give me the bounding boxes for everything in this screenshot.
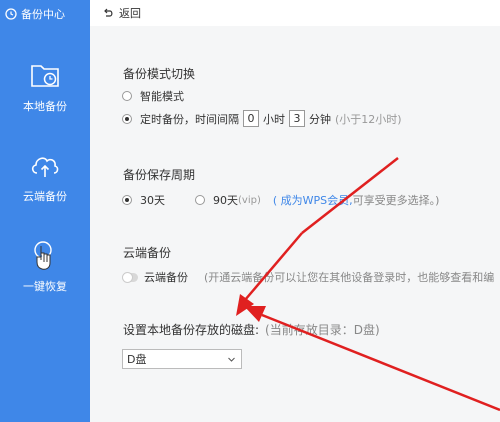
retention-30-option[interactable]: 30天	[122, 192, 165, 208]
sidebar-title: 备份中心	[21, 8, 65, 21]
sidebar-item-cloud-backup[interactable]: 云端备份	[0, 148, 90, 204]
sidebar-item-label: 一键恢复	[23, 280, 67, 293]
sidebar-item-label: 本地备份	[23, 100, 67, 113]
retention-90-option[interactable]: 90天 (vip)	[195, 192, 261, 208]
back-arrow-icon	[104, 8, 113, 17]
back-label: 返回	[119, 7, 141, 20]
minutes-unit: 分钟	[309, 112, 331, 126]
back-button[interactable]: 返回	[102, 5, 141, 21]
smart-mode-label: 智能模式	[140, 90, 184, 103]
cloud-upload-icon	[31, 157, 59, 177]
disk-section-title: 设置本地备份存放的磁盘: (当前存放目录：D盘)	[123, 321, 380, 338]
scheduled-mode-radio[interactable]	[122, 113, 132, 124]
smart-mode-radio[interactable]	[122, 91, 132, 101]
retention-30-label: 30天	[140, 194, 165, 207]
retention-note: 可享受更多选择。)	[352, 194, 440, 207]
scheduled-mode-option[interactable]: 定时备份，时间间隔 0 小时 3 分钟 (小于12小时)	[122, 110, 402, 127]
sidebar-item-local-backup[interactable]: 本地备份	[0, 58, 90, 114]
minutes-input[interactable]: 3	[289, 110, 305, 127]
mode-section-title: 备份模式切换	[123, 67, 196, 81]
disk-title-label: 设置本地备份存放的磁盘:	[123, 323, 260, 337]
cloud-section-title: 云端备份	[123, 246, 172, 260]
cloud-backup-label: 云端备份	[144, 271, 188, 284]
wps-member-link[interactable]: ( 成为WPS会员,	[273, 192, 353, 208]
backup-logo-icon	[5, 8, 17, 20]
retention-90-radio[interactable]	[195, 195, 205, 205]
retention-90-label: 90天	[213, 194, 238, 207]
retention-section-title: 备份保存周期	[123, 168, 196, 182]
sidebar-item-label: 云端备份	[23, 190, 67, 203]
top-bar: 返回	[90, 0, 500, 26]
retention-30-radio[interactable]	[122, 195, 132, 205]
interval-hint: (小于12小时)	[335, 112, 402, 126]
cloud-backup-row: 云端备份 (开通云端备份可以让您在其他设备登录时，也能够查看和编	[122, 269, 494, 285]
scheduled-mode-label: 定时备份，时间间隔	[140, 112, 239, 126]
sidebar-item-restore[interactable]: 一键恢复	[0, 238, 90, 294]
retention-options: 30天 90天 (vip) ( 成为WPS会员, 可享受更多选择。)	[122, 192, 439, 208]
hours-input[interactable]: 0	[243, 110, 259, 127]
sidebar: 备份中心 本地备份 云端备份 一键恢复	[0, 0, 90, 422]
cloud-backup-toggle[interactable]	[122, 271, 138, 283]
cloud-backup-description: (开通云端备份可以让您在其他设备登录时，也能够查看和编	[204, 271, 495, 284]
vip-tag: (vip)	[238, 194, 261, 206]
current-directory-note: (当前存放目录：D盘)	[265, 323, 380, 337]
folder-clock-icon	[31, 65, 59, 87]
hand-pointer-icon	[34, 241, 52, 270]
disk-select[interactable]: D盘	[122, 349, 242, 369]
disk-select-value: D盘	[127, 353, 147, 366]
sidebar-header: 备份中心	[0, 0, 90, 28]
hours-unit: 小时	[263, 112, 285, 126]
chevron-down-icon	[228, 357, 235, 362]
smart-mode-option[interactable]: 智能模式	[122, 88, 184, 104]
